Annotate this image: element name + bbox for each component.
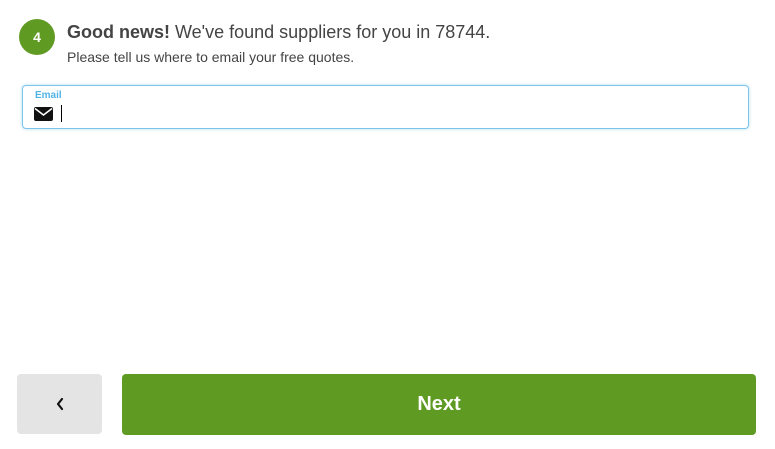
page-headline: Good news! We've found suppliers for you… bbox=[67, 22, 490, 43]
step-number-badge: 4 bbox=[19, 19, 55, 55]
email-field[interactable]: Email bbox=[22, 85, 749, 129]
next-button[interactable]: Next bbox=[122, 374, 756, 435]
headline-emphasis: Good news! bbox=[67, 22, 170, 42]
envelope-icon bbox=[34, 107, 53, 121]
headline-text: We've found suppliers for you in 78744. bbox=[170, 22, 491, 42]
email-field-label: Email bbox=[35, 90, 62, 101]
text-cursor bbox=[61, 105, 62, 122]
step-number: 4 bbox=[33, 29, 41, 45]
chevron-left-icon bbox=[56, 397, 63, 411]
email-input[interactable] bbox=[61, 103, 731, 123]
page-subtitle: Please tell us where to email your free … bbox=[67, 49, 355, 65]
back-button[interactable] bbox=[17, 374, 102, 434]
quote-step-page: 4 Good news! We've found suppliers for y… bbox=[0, 0, 775, 449]
